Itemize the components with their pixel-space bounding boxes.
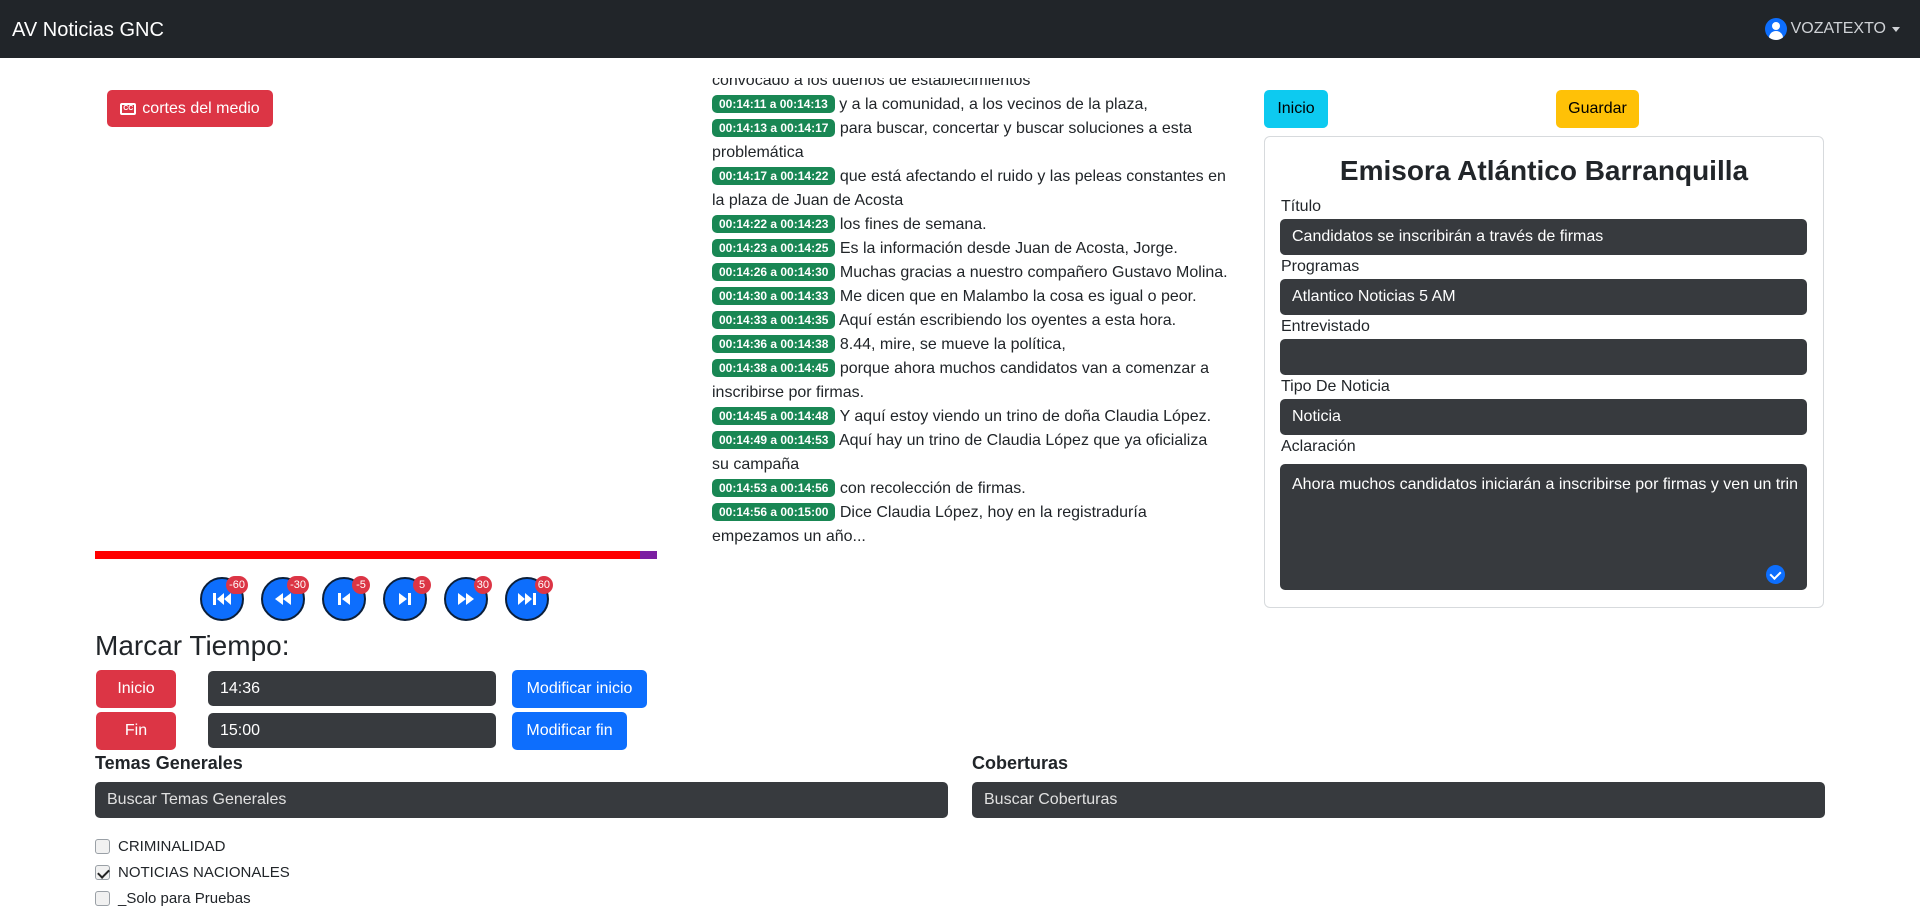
user-name: VOZATEXTO xyxy=(1790,20,1886,37)
aclaracion-label: Aclaración xyxy=(1281,438,1356,455)
buscar-coberturas-input[interactable] xyxy=(972,782,1825,818)
tema-label: NOTICIAS NACIONALES xyxy=(118,864,290,881)
tema-checkbox[interactable] xyxy=(95,839,110,854)
tema-item[interactable]: _Solo para Pruebas xyxy=(95,890,251,907)
step-back-5-button[interactable]: -5 xyxy=(322,576,370,621)
tema-label: CRIMINALIDAD xyxy=(118,838,226,855)
tipo-noticia-label: Tipo De Noticia xyxy=(1281,378,1390,395)
station-title: Emisora Atlántico Barranquilla xyxy=(1339,155,1749,186)
transcript-line[interactable]: 00:14:53 a 00:14:56 con recolección de f… xyxy=(712,477,1228,501)
transcript-text: y a la comunidad, a los vecinos de la pl… xyxy=(839,96,1148,113)
skip-back-60-badge: -60 xyxy=(226,576,248,594)
tema-checkbox[interactable] xyxy=(95,865,110,880)
transcript-line[interactable]: 00:14:49 a 00:14:53 Aquí hay un trino de… xyxy=(712,429,1228,477)
inicio-button[interactable]: Inicio xyxy=(1264,90,1328,128)
fast-forward-30-badge: 30 xyxy=(473,576,492,594)
check-circle-icon xyxy=(1766,565,1785,584)
aclaracion-textarea[interactable]: Ahora muchos candidatos iniciarán a insc… xyxy=(1280,464,1807,590)
audio-progress-bar[interactable] xyxy=(95,551,657,559)
transcript-line[interactable]: 00:14:23 a 00:14:25 Es la información de… xyxy=(712,237,1228,261)
transcript-line[interactable]: 00:14:17 a 00:14:22 que está afectando e… xyxy=(712,165,1228,213)
marcar-tiempo-heading: Marcar Tiempo: xyxy=(95,630,290,661)
marcar-fin-button[interactable]: Fin xyxy=(96,712,176,750)
modificar-inicio-button[interactable]: Modificar inicio xyxy=(512,670,647,708)
timestamp-badge[interactable]: 00:14:49 a 00:14:53 xyxy=(712,431,836,449)
transcript-panel[interactable]: convocado a los dueños de establecimient… xyxy=(712,78,1228,558)
inicio-time-input[interactable] xyxy=(208,671,496,706)
transcript-intro: convocado a los dueños de establecimient… xyxy=(712,78,1031,89)
transcript-text: Muchas gracias a nuestro compañero Gusta… xyxy=(839,264,1228,281)
transcript-line[interactable]: 00:14:36 a 00:14:38 8.44, mire, se mueve… xyxy=(712,333,1228,357)
timestamp-badge[interactable]: 00:14:38 a 00:14:45 xyxy=(712,359,836,377)
audio-progress-fill xyxy=(95,551,641,559)
fast-forward-30-button[interactable]: 30 xyxy=(444,576,492,621)
transcript-line[interactable]: 00:14:56 a 00:15:00 Dice Claudia López, … xyxy=(712,501,1228,549)
timestamp-badge[interactable]: 00:14:53 a 00:14:56 xyxy=(712,479,836,497)
tema-checkbox[interactable] xyxy=(95,891,110,906)
transcript-line[interactable]: 00:14:22 a 00:14:23 los fines de semana. xyxy=(712,213,1228,237)
programas-label: Programas xyxy=(1281,258,1360,275)
rewind-30-button[interactable]: -30 xyxy=(261,576,309,621)
transcript-text: Es la información desde Juan de Acosta, … xyxy=(839,240,1178,257)
timestamp-badge[interactable]: 00:14:26 a 00:14:30 xyxy=(712,263,836,281)
transcript-line[interactable]: 00:14:11 a 00:14:13 y a la comunidad, a … xyxy=(712,93,1228,117)
programas-input[interactable] xyxy=(1280,279,1807,315)
buscar-temas-input[interactable] xyxy=(95,782,948,818)
timestamp-badge[interactable]: 00:14:56 a 00:15:00 xyxy=(712,503,836,521)
brand-title[interactable]: AV Noticias GNC xyxy=(12,19,164,42)
transcript-line[interactable]: 00:14:45 a 00:14:48 Y aquí estoy viendo … xyxy=(712,405,1228,429)
chevron-down-icon xyxy=(1892,26,1900,32)
timestamp-badge[interactable]: 00:14:30 a 00:14:33 xyxy=(712,287,836,305)
transcript-line[interactable]: 00:14:26 a 00:14:30 Muchas gracias a nue… xyxy=(712,261,1228,285)
transcript-text: con recolección de firmas. xyxy=(839,480,1026,497)
timestamp-badge[interactable]: 00:14:36 a 00:14:38 xyxy=(712,335,836,353)
step-forward-5-badge: 5 xyxy=(413,576,431,594)
transcript-text: 8.44, mire, se mueve la política, xyxy=(839,336,1066,353)
transcript-text: Me dicen que en Malambo la cosa es igual… xyxy=(839,288,1197,305)
step-back-5-badge: -5 xyxy=(352,576,370,594)
timestamp-badge[interactable]: 00:14:11 a 00:14:13 xyxy=(712,95,835,113)
timestamp-badge[interactable]: 00:14:22 a 00:14:23 xyxy=(712,215,836,233)
tema-label: _Solo para Pruebas xyxy=(118,890,251,907)
transcript-line[interactable]: 00:14:38 a 00:14:45 porque ahora muchos … xyxy=(712,357,1228,405)
tema-item[interactable]: CRIMINALIDAD xyxy=(95,838,226,855)
timestamp-badge[interactable]: 00:14:33 a 00:14:35 xyxy=(712,311,836,329)
fin-time-input[interactable] xyxy=(208,713,496,748)
skip-back-60-button[interactable]: -60 xyxy=(200,576,248,621)
temas-generales-heading: Temas Generales xyxy=(95,753,243,773)
user-icon xyxy=(1764,18,1787,40)
timestamp-badge[interactable]: 00:14:13 a 00:14:17 xyxy=(712,119,836,137)
transcript-line[interactable]: 00:14:33 a 00:14:35 Aquí están escribien… xyxy=(712,309,1228,333)
transcript-text: los fines de semana. xyxy=(839,216,987,233)
transcript-line[interactable]: 00:14:13 a 00:14:17 para buscar, concert… xyxy=(712,117,1228,165)
modificar-fin-button[interactable]: Modificar fin xyxy=(512,712,627,750)
tipo-noticia-input[interactable] xyxy=(1280,399,1807,435)
cortes-label: cortes del medio xyxy=(142,99,260,117)
marcar-inicio-button[interactable]: Inicio xyxy=(96,670,176,708)
transcript-text: Y aquí estoy viendo un trino de doña Cla… xyxy=(839,408,1212,425)
tema-item[interactable]: NOTICIAS NACIONALES xyxy=(95,864,290,881)
rewind-30-badge: -30 xyxy=(287,576,309,594)
entrevistado-input[interactable] xyxy=(1280,339,1807,375)
skip-forward-60-badge: 60 xyxy=(534,576,553,594)
skip-forward-60-button[interactable]: 60 xyxy=(505,576,553,621)
titulo-label: Título xyxy=(1281,198,1322,215)
closed-caption-icon: CC xyxy=(120,102,137,115)
step-forward-5-button[interactable]: 5 xyxy=(383,576,431,621)
titulo-input[interactable] xyxy=(1280,219,1807,255)
navbar: AV Noticias GNC VOZATEXTO xyxy=(0,0,1920,58)
coberturas-heading: Coberturas xyxy=(972,753,1069,773)
user-menu[interactable]: VOZATEXTO xyxy=(1764,18,1900,40)
cortes-del-medio-button[interactable]: CC cortes del medio xyxy=(107,90,273,127)
transcript-text: Aquí están escribiendo los oyentes a est… xyxy=(838,312,1177,329)
guardar-button[interactable]: Guardar xyxy=(1556,90,1639,128)
timestamp-badge[interactable]: 00:14:45 a 00:14:48 xyxy=(712,407,836,425)
timestamp-badge[interactable]: 00:14:17 a 00:14:22 xyxy=(712,167,836,185)
timestamp-badge[interactable]: 00:14:23 a 00:14:25 xyxy=(712,239,836,257)
transcript-line[interactable]: 00:14:30 a 00:14:33 Me dicen que en Mala… xyxy=(712,285,1228,309)
entrevistado-label: Entrevistado xyxy=(1281,318,1370,335)
